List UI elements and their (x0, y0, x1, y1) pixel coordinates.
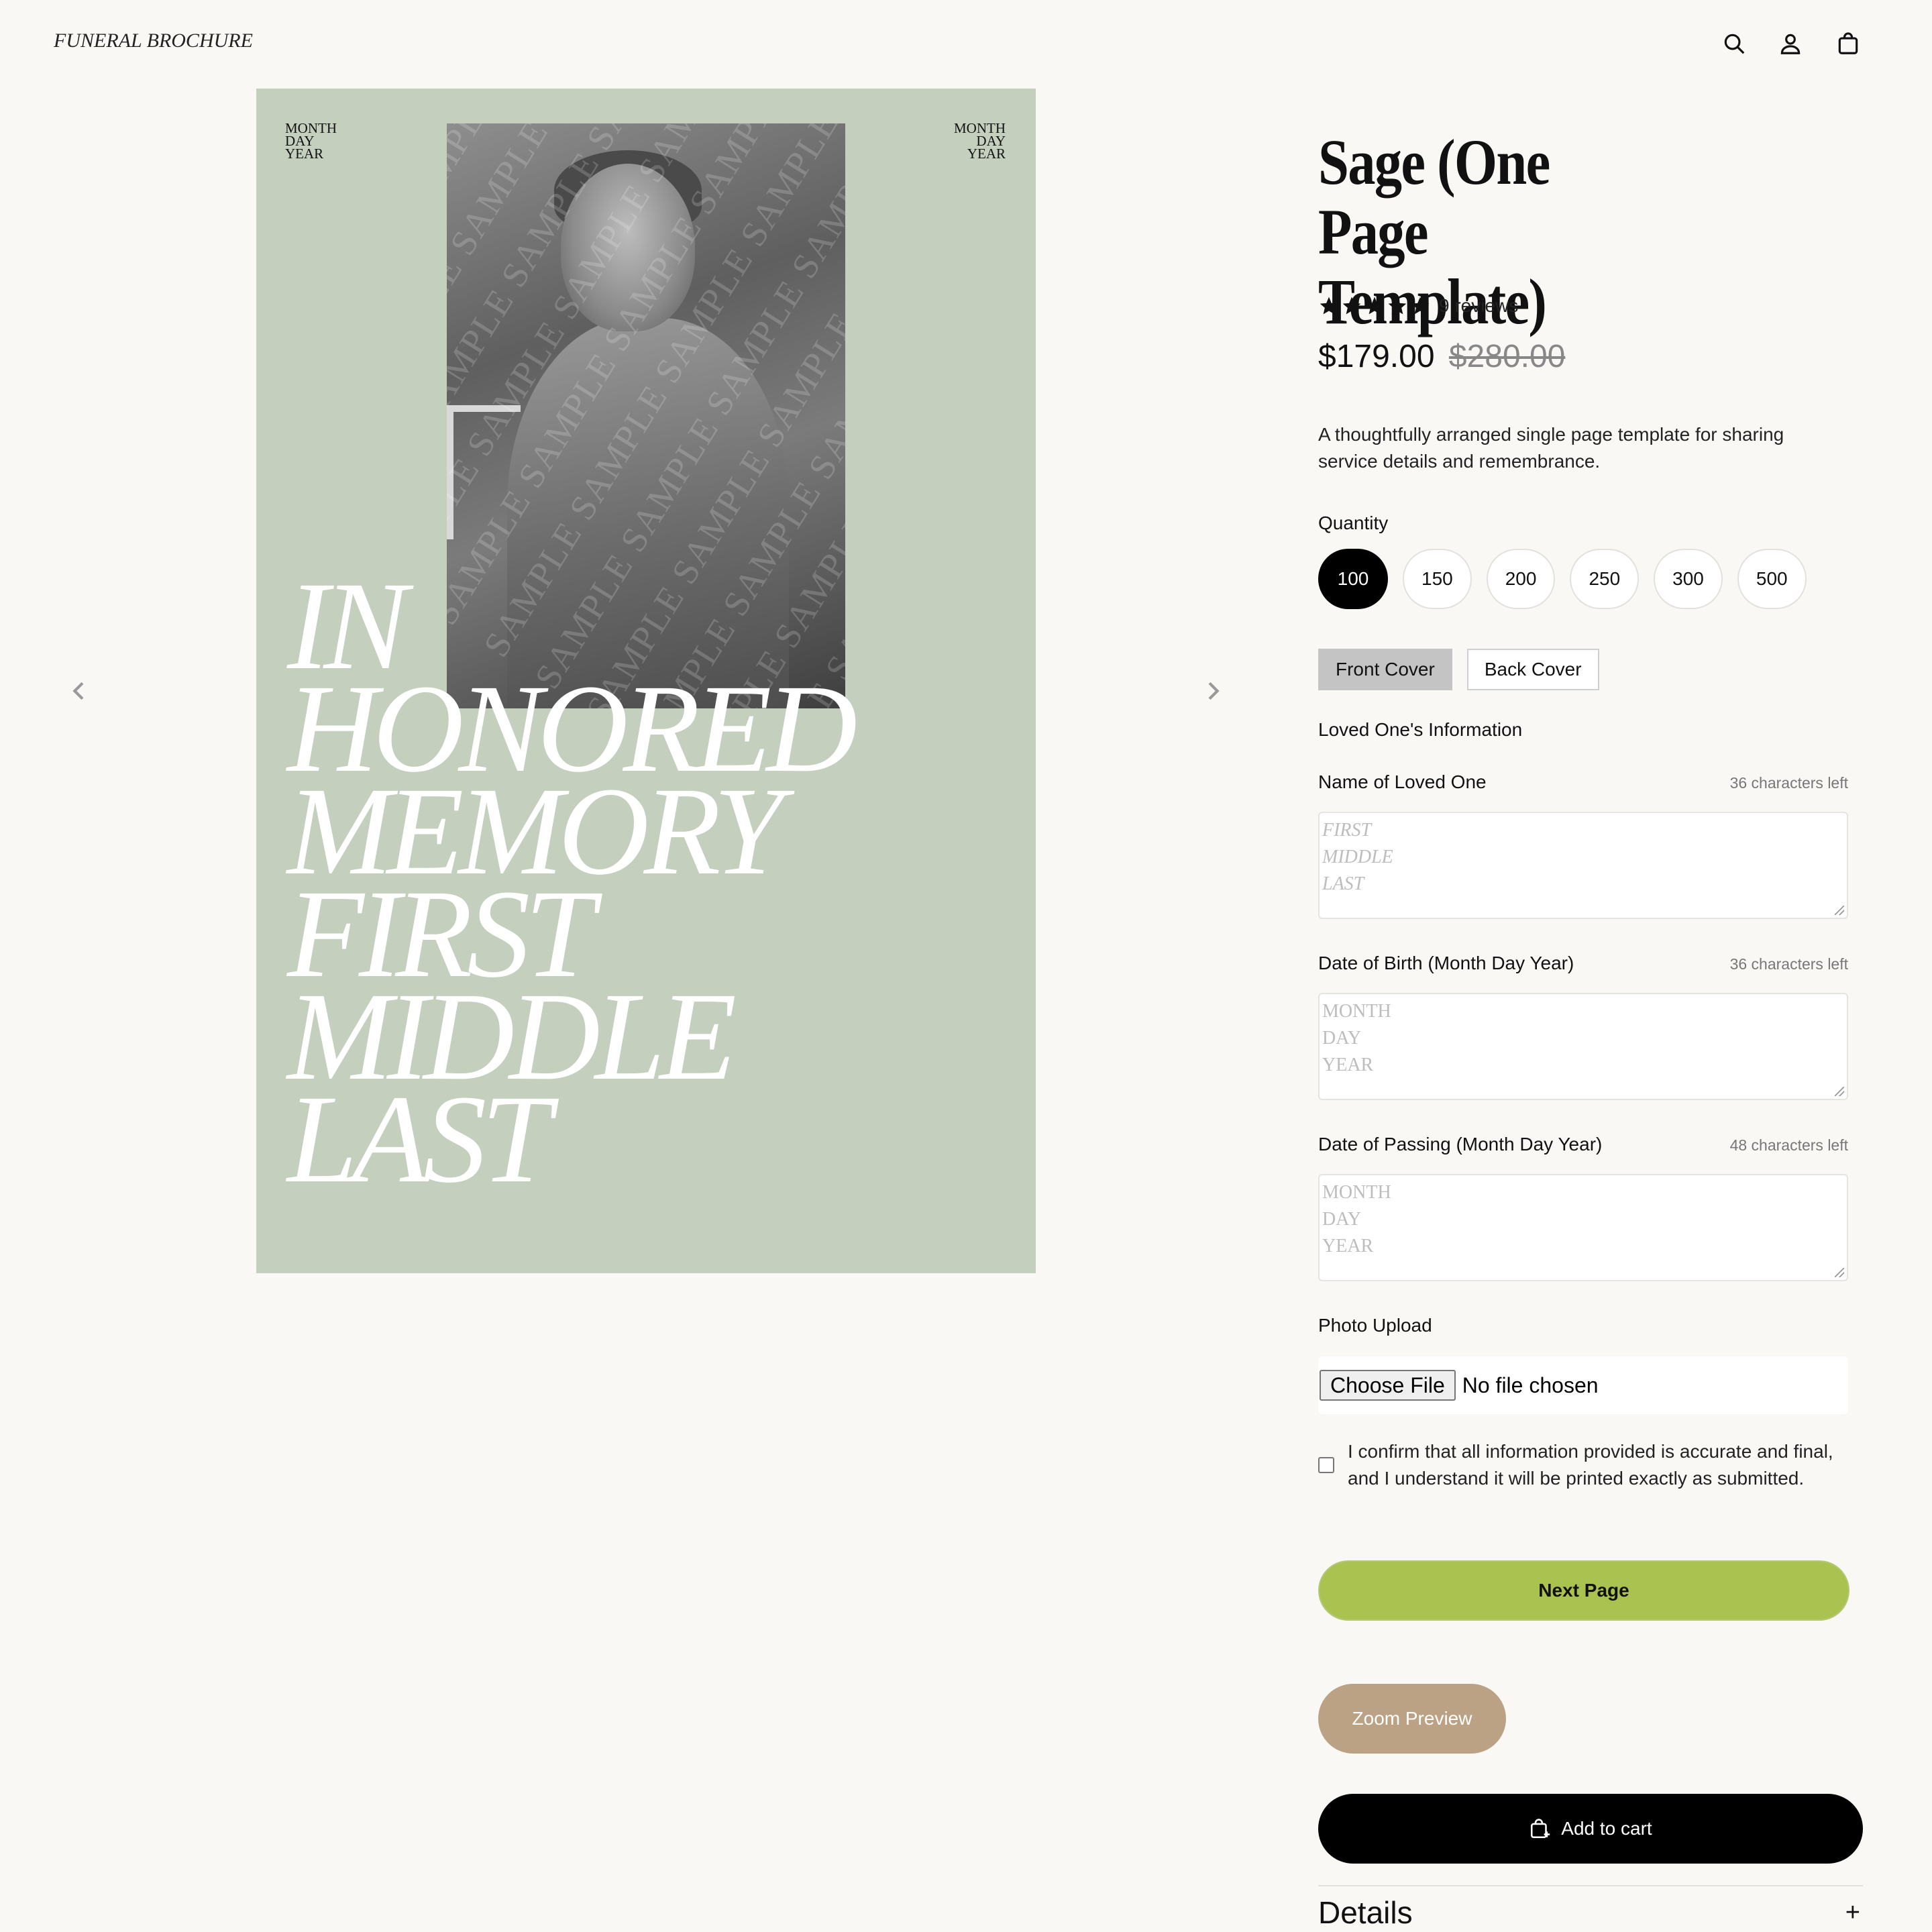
confirm-row: I confirm that all information provided … (1318, 1438, 1855, 1492)
product-rating[interactable]: 9 reviews (1318, 295, 1518, 317)
zoom-preview-button[interactable]: Zoom Preview (1318, 1684, 1506, 1754)
confirm-checkbox[interactable] (1318, 1457, 1334, 1473)
preview-date-left: MONTH DAY YEAR (285, 120, 337, 162)
quantity-option-500[interactable]: 500 (1737, 549, 1807, 609)
star-icon (1320, 297, 1338, 315)
star-icon (1342, 297, 1361, 315)
site-logo[interactable]: FUNERAL BROCHURE (54, 30, 253, 52)
file-status: No file chosen (1462, 1373, 1599, 1397)
star-icon (1388, 297, 1407, 315)
dop-chars-left: 48 characters left (1729, 1136, 1848, 1154)
star-rating (1318, 295, 1431, 317)
name-field-label: Name of Loved One (1318, 771, 1487, 792)
name-field[interactable]: FIRST MIDDLE LAST (1318, 812, 1848, 919)
cover-tabs: Front Cover Back Cover (1318, 649, 1599, 690)
star-icon (1411, 297, 1430, 315)
cart-icon[interactable] (1835, 31, 1861, 56)
plus-icon[interactable]: + (1845, 1898, 1860, 1927)
account-icon[interactable] (1778, 31, 1803, 56)
tab-front-cover[interactable]: Front Cover (1318, 649, 1452, 690)
quantity-option-150[interactable]: 150 (1403, 549, 1472, 609)
quantity-option-100[interactable]: 100 (1318, 549, 1388, 609)
preview-date-right: MONTH DAY YEAR (954, 120, 1006, 162)
dob-field[interactable]: MONTH DAY YEAR (1318, 993, 1848, 1100)
dob-chars-left: 36 characters left (1729, 955, 1848, 973)
details-divider (1318, 1885, 1863, 1886)
name-chars-left: 36 characters left (1729, 774, 1848, 792)
carousel-prev-arrow-icon[interactable] (66, 678, 93, 704)
quantity-options: 100 150 200 250 300 500 (1318, 549, 1807, 609)
dop-field[interactable]: MONTH DAY YEAR (1318, 1174, 1848, 1281)
memory-heading: IN HONORED MEMORY FIRST MIDDLE LAST (287, 555, 857, 1209)
cart-add-icon (1531, 1819, 1550, 1839)
quantity-option-200[interactable]: 200 (1486, 549, 1556, 609)
quantity-label: Quantity (1318, 513, 1389, 533)
dop-field-label: Date of Passing (Month Day Year) (1318, 1134, 1603, 1155)
details-accordion[interactable]: Details + (1318, 1894, 1863, 1931)
add-to-cart-label: Add to cart (1561, 1818, 1652, 1839)
next-page-button[interactable]: Next Page (1318, 1560, 1849, 1621)
price-row: $179.00 $280.00 (1318, 338, 1565, 375)
confirm-text: I confirm that all information provided … (1348, 1441, 1833, 1489)
resize-handle-icon[interactable] (1835, 906, 1844, 915)
star-icon (1365, 297, 1384, 315)
details-label: Details (1318, 1895, 1413, 1930)
site-header: FUNERAL BROCHURE (0, 0, 1932, 87)
photo-upload-label: Photo Upload (1318, 1315, 1432, 1336)
brochure-preview[interactable]: MONTH DAY YEAR MONTH DAY YEAR SAMPLE SAM… (256, 89, 1036, 1273)
reviews-count[interactable]: 9 reviews (1439, 295, 1518, 317)
carousel-next-arrow-icon[interactable] (1199, 678, 1226, 704)
sale-price: $179.00 (1318, 339, 1435, 374)
tab-back-cover[interactable]: Back Cover (1466, 649, 1599, 690)
loved-one-section-label: Loved One's Information (1318, 719, 1523, 740)
compare-price: $280.00 (1448, 339, 1566, 374)
resize-handle-icon[interactable] (1835, 1268, 1844, 1277)
product-panel: Sage (One Page Template) 9 reviews $179.… (1318, 127, 1863, 1930)
photo-upload-field: Choose File No file chosen (1318, 1356, 1848, 1414)
product-description: A thoughtfully arranged single page temp… (1318, 424, 1784, 472)
quantity-option-250[interactable]: 250 (1570, 549, 1640, 609)
add-to-cart-button[interactable]: Add to cart (1318, 1794, 1863, 1864)
choose-file-button[interactable]: Choose File (1320, 1370, 1456, 1401)
search-icon[interactable] (1721, 31, 1747, 56)
dob-field-label: Date of Birth (Month Day Year) (1318, 953, 1574, 973)
quantity-option-300[interactable]: 300 (1654, 549, 1723, 609)
resize-handle-icon[interactable] (1835, 1087, 1844, 1096)
